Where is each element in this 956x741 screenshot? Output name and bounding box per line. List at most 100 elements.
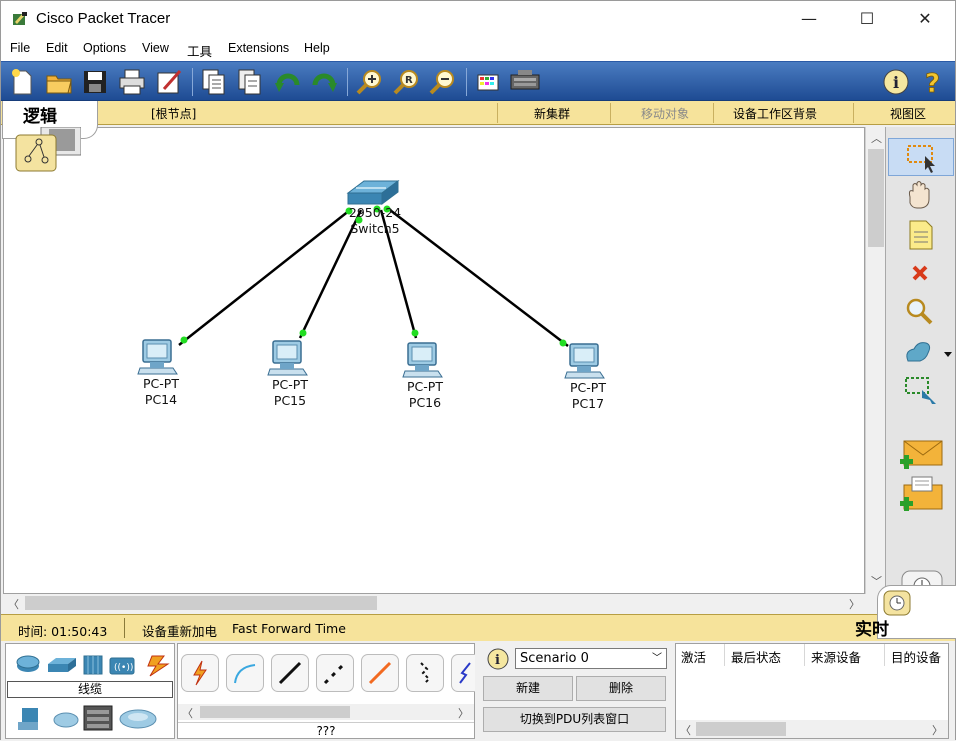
workspace-vertical-scrollbar[interactable]: ︿ ﹀	[865, 127, 885, 594]
column-destination-device[interactable]: 目的设备	[891, 647, 941, 666]
vertical-scroll-thumb[interactable]	[868, 149, 884, 247]
logical-workspace-bar: [根节点] 新集群 移动对象 设备工作区背景 视图区	[1, 101, 955, 125]
close-button[interactable]: ✕	[897, 1, 953, 37]
scroll-left-icon[interactable]: 〈	[182, 705, 193, 721]
fast-forward-button[interactable]: Fast Forward Time	[232, 621, 346, 636]
column-source-device[interactable]: 来源设备	[811, 647, 861, 666]
delete-scenario-button[interactable]: 删除	[576, 676, 666, 701]
note-tool[interactable]	[888, 216, 954, 254]
logical-view-icon[interactable]	[15, 127, 81, 172]
info-icon[interactable]: i	[881, 67, 911, 97]
pc17-icon[interactable]	[564, 343, 605, 379]
horizontal-scroll-thumb[interactable]	[25, 596, 377, 610]
menu-extensions[interactable]: Extensions	[228, 41, 289, 55]
menu-tools[interactable]: 工具	[187, 41, 212, 60]
switch-icon[interactable]	[346, 180, 400, 205]
delete-tool[interactable]	[888, 255, 954, 293]
console-cable-button[interactable]	[226, 654, 264, 692]
move-tool[interactable]	[888, 177, 954, 215]
scroll-left-icon[interactable]: 〈	[680, 722, 691, 738]
pc15-icon[interactable]	[267, 340, 308, 376]
auto-connection-button[interactable]	[181, 654, 219, 692]
viewport-button[interactable]: 视图区	[890, 105, 926, 122]
router-category-icon[interactable]	[16, 655, 40, 672]
print-icon[interactable]	[117, 67, 147, 97]
new-file-icon[interactable]	[7, 67, 37, 97]
zoom-out-icon[interactable]	[427, 67, 457, 97]
menu-help[interactable]: Help	[304, 41, 330, 55]
coaxial-cable-button[interactable]	[451, 654, 475, 692]
add-complex-pdu-tool[interactable]	[888, 475, 954, 513]
realtime-clock-icon[interactable]	[883, 590, 911, 616]
new-cluster-button[interactable]: 新集群	[534, 105, 570, 122]
server-rack-icon[interactable]	[83, 705, 113, 731]
inspect-icon	[906, 298, 933, 325]
logical-workspace[interactable]: 2950-24 Switch5 PC-PT PC14 PC-PT PC15 PC…	[3, 127, 865, 594]
draw-shape-tool[interactable]	[888, 333, 954, 371]
zoom-reset-icon[interactable]: R	[391, 67, 421, 97]
column-active[interactable]: 激活	[681, 647, 706, 666]
link-switch-pc14[interactable]	[178, 209, 351, 346]
power-cycle-button[interactable]: 设备重新加电	[142, 621, 217, 640]
toolbar-separator	[192, 68, 193, 96]
pc16-icon[interactable]	[402, 342, 443, 378]
bar-separator	[610, 103, 611, 123]
wireless-category-icon[interactable]: ((•))	[109, 657, 135, 675]
redo-icon[interactable]	[309, 67, 339, 97]
maximize-button[interactable]: ☐	[839, 1, 895, 37]
menu-options[interactable]: Options	[83, 41, 126, 55]
info-icon[interactable]: i	[486, 647, 510, 671]
activity-wizard-icon[interactable]	[154, 67, 184, 97]
scroll-right-icon[interactable]: 〉	[932, 722, 943, 738]
root-node-label[interactable]: [根节点]	[151, 105, 196, 122]
cables-scrollbar[interactable]: 〈 〉	[178, 704, 474, 720]
save-icon[interactable]	[80, 67, 110, 97]
inspect-tool[interactable]	[888, 294, 954, 332]
pc14-icon[interactable]	[137, 339, 178, 375]
switch-category-icon[interactable]	[48, 658, 76, 672]
title-bar: Cisco Packet Tracer — ☐ ✕	[1, 1, 955, 37]
custom-device-icon[interactable]	[508, 67, 542, 97]
resize-tool[interactable]	[888, 372, 954, 410]
workspace-background-button[interactable]: 设备工作区背景	[733, 105, 817, 122]
cloud-icon[interactable]	[53, 712, 79, 728]
copy-icon[interactable]	[199, 67, 229, 97]
add-simple-pdu-tool[interactable]	[888, 433, 954, 471]
scenario-select[interactable]: Scenario 0 ﹀	[515, 648, 667, 669]
app-window: Cisco Packet Tracer — ☐ ✕ File Edit Opti…	[0, 0, 956, 741]
open-folder-icon[interactable]	[44, 67, 74, 97]
scroll-up-icon[interactable]: ︿	[871, 130, 882, 146]
end-device-icon[interactable]	[18, 708, 38, 730]
move-object-button[interactable]: 移动对象	[641, 105, 689, 122]
palette-icon[interactable]	[473, 67, 503, 97]
multiuser-icon[interactable]	[119, 709, 157, 729]
fiber-cable-button[interactable]	[361, 654, 399, 692]
link-switch-pc17[interactable]	[389, 209, 569, 347]
menu-view[interactable]: View	[142, 41, 169, 55]
column-last-status[interactable]: 最后状态	[731, 647, 781, 666]
menu-file[interactable]: File	[10, 41, 30, 55]
scroll-right-icon[interactable]: 〉	[849, 596, 860, 612]
zoom-in-icon[interactable]	[354, 67, 384, 97]
scroll-right-icon[interactable]: 〉	[458, 705, 469, 721]
pdu-horizontal-scrollbar[interactable]: 〈 〉	[676, 720, 948, 738]
pdu-scroll-thumb[interactable]	[696, 722, 786, 736]
scroll-down-icon[interactable]: ﹀	[871, 573, 882, 589]
workspace-horizontal-scrollbar[interactable]: 〈 〉	[3, 594, 865, 612]
undo-icon[interactable]	[273, 67, 303, 97]
help-icon[interactable]: ?	[919, 67, 949, 97]
crossover-cable-button[interactable]	[316, 654, 354, 692]
phone-cable-button[interactable]	[406, 654, 444, 692]
hub-category-icon[interactable]	[83, 655, 103, 675]
connections-category-icon[interactable]	[147, 655, 170, 677]
new-scenario-button[interactable]: 新建	[483, 676, 573, 701]
minimize-button[interactable]: —	[781, 1, 837, 37]
menu-edit[interactable]: Edit	[46, 41, 68, 55]
switch-label: 2950-24 Switch5	[347, 205, 403, 237]
select-tool[interactable]	[888, 138, 954, 176]
toggle-pdu-list-button[interactable]: 切换到PDU列表窗口	[483, 707, 666, 732]
cables-scroll-thumb[interactable]	[200, 706, 350, 718]
scroll-left-icon[interactable]: 〈	[8, 596, 19, 612]
paste-icon[interactable]	[235, 67, 265, 97]
straight-through-cable-button[interactable]	[271, 654, 309, 692]
